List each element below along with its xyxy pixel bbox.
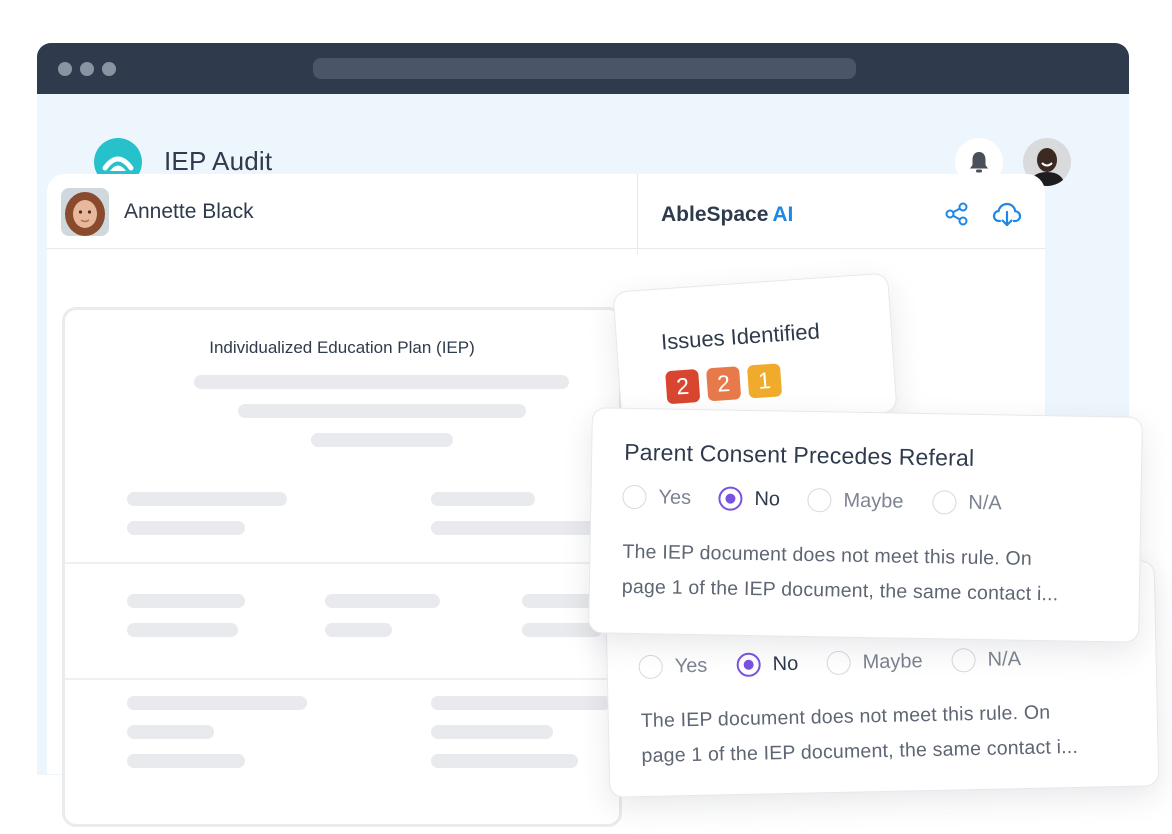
radio-option-na[interactable]: N/A xyxy=(932,490,1002,515)
issue-badge-high[interactable]: 2 xyxy=(665,369,701,405)
issue-badge-low[interactable]: 1 xyxy=(746,363,783,399)
window-dot xyxy=(102,62,116,76)
placeholder-line xyxy=(127,725,214,739)
download-button[interactable] xyxy=(992,200,1022,228)
radio-option-maybe[interactable]: Maybe xyxy=(807,487,904,514)
document-title: Individualized Education Plan (IEP) xyxy=(209,338,475,357)
option-label: N/A xyxy=(987,647,1022,671)
cloud-download-icon xyxy=(992,202,1022,227)
student-avatar xyxy=(61,188,109,236)
issues-title: Issues Identified xyxy=(660,318,821,355)
page-title: IEP Audit xyxy=(164,146,273,176)
option-label: No xyxy=(772,652,799,675)
radio-icon xyxy=(638,654,663,680)
placeholder-line xyxy=(431,521,601,535)
bell-icon xyxy=(970,152,988,173)
radio-selected-icon xyxy=(736,652,761,678)
placeholder-line xyxy=(325,623,392,637)
placeholder-line xyxy=(127,521,245,535)
option-label: Maybe xyxy=(843,489,904,513)
radio-icon xyxy=(807,487,832,513)
placeholder-line xyxy=(431,725,553,739)
option-label: Maybe xyxy=(862,649,923,673)
section-divider xyxy=(65,678,619,680)
radio-option-no[interactable]: No xyxy=(718,486,780,511)
placeholder-line xyxy=(238,404,526,418)
window-dot xyxy=(80,62,94,76)
placeholder-line xyxy=(194,375,569,389)
option-label: No xyxy=(754,487,781,511)
iep-document-preview[interactable]: Individualized Education Plan (IEP) xyxy=(62,307,622,827)
share-button[interactable] xyxy=(944,201,970,227)
placeholder-line xyxy=(127,623,238,637)
window-dot xyxy=(58,62,72,76)
radio-icon xyxy=(622,484,647,510)
rule-title: Parent Consent Precedes Referal xyxy=(624,438,975,471)
option-label: Yes xyxy=(674,654,708,677)
rule-explanation-line: page 1 of the IEP document, the same con… xyxy=(621,575,1059,606)
ai-brand-mark: AI xyxy=(772,203,794,226)
student-name: Annette Black xyxy=(124,200,254,223)
ai-panel-title: AbleSpace AI xyxy=(661,203,793,227)
option-label: N/A xyxy=(968,491,1002,514)
option-label: Yes xyxy=(658,485,692,509)
placeholder-line xyxy=(127,696,307,710)
placeholder-line xyxy=(311,433,453,447)
radio-icon xyxy=(932,490,957,515)
ai-brand-name: AbleSpace xyxy=(661,203,769,226)
panel-splitter xyxy=(637,174,638,254)
radio-option-na[interactable]: N/A xyxy=(951,647,1022,673)
radio-option-no[interactable]: No xyxy=(736,652,799,678)
rule-card-parent-consent[interactable]: Parent Consent Precedes Referal Yes No M… xyxy=(588,407,1143,643)
placeholder-line xyxy=(431,492,535,506)
placeholder-line xyxy=(431,754,578,768)
radio-selected-icon xyxy=(718,486,743,511)
placeholder-line xyxy=(127,754,245,768)
radio-option-yes[interactable]: Yes xyxy=(622,484,692,510)
header-divider xyxy=(47,248,1045,249)
radio-icon xyxy=(951,648,976,673)
share-icon xyxy=(945,202,968,226)
browser-titlebar xyxy=(37,43,1129,94)
radio-option-yes[interactable]: Yes xyxy=(638,654,708,680)
radio-option-maybe[interactable]: Maybe xyxy=(826,649,923,676)
placeholder-line xyxy=(431,696,611,710)
section-divider xyxy=(65,562,619,564)
radio-icon xyxy=(826,650,851,676)
placeholder-line xyxy=(325,594,440,608)
placeholder-line xyxy=(127,594,245,608)
placeholder-line xyxy=(127,492,287,506)
address-bar[interactable] xyxy=(313,58,856,79)
issue-badge-medium[interactable]: 2 xyxy=(706,366,742,402)
